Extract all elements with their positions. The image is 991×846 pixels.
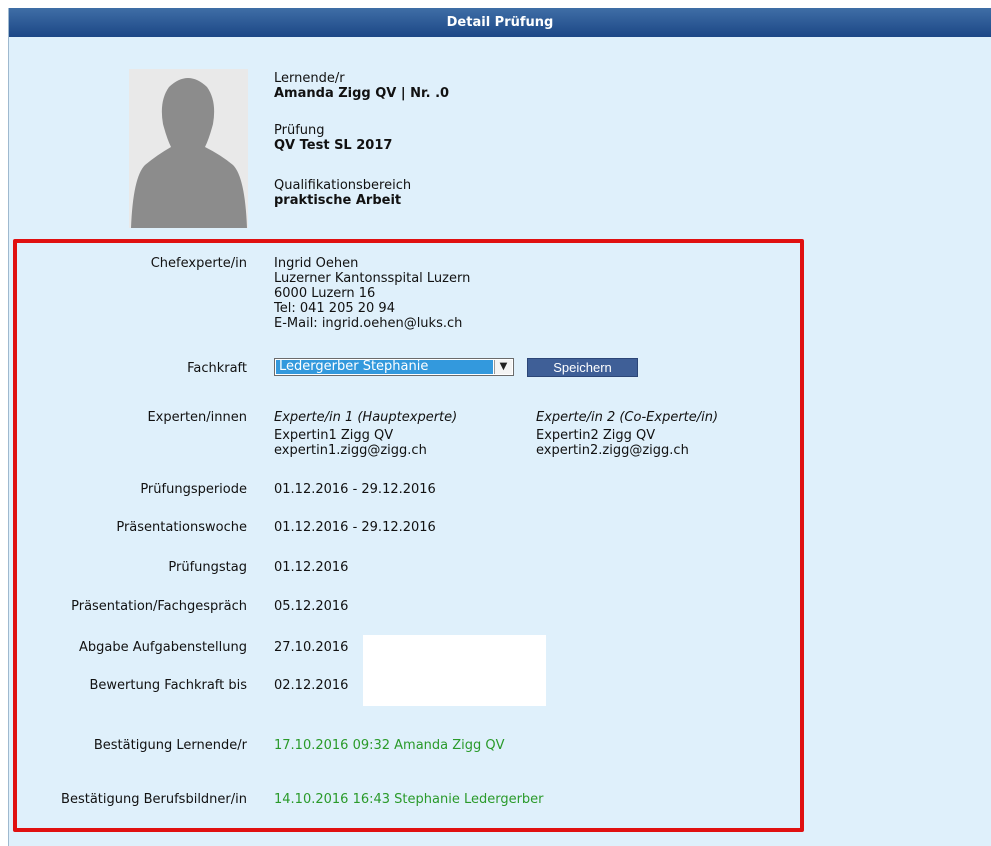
panel-header: Detail Prüfung [9,8,991,37]
chief-expert-details: Ingrid Oehen Luzerner Kantonsspital Luze… [274,256,470,331]
confirmation-learner-value: 17.10.2016 09:32 Amanda Zigg QV [274,738,505,753]
expert2-role: Experte/in 2 (Co-Experte/in) [536,410,719,425]
chief-expert-label: Chefexperte/in [150,256,247,271]
fachkraft-select[interactable]: Ledergerber Stephanie ▼ [274,358,514,376]
chief-expert-email: E-Mail: ingrid.oehen@luks.ch [274,316,463,331]
expert2-block: Experte/in 2 (Co-Experte/in) Expertin2 Z… [536,410,718,458]
pruefungstag-label: Prüfungstag [168,560,247,575]
exam-info: Prüfung QV Test SL 2017 [274,123,392,153]
chief-expert-org: Luzerner Kantonsspital Luzern [274,271,471,286]
learner-info: Lernende/r Amanda Zigg QV | Nr. .0 [274,71,449,101]
experts-label: Experten/innen [147,410,247,425]
pruefungsperiode-value: 01.12.2016 - 29.12.2016 [274,482,436,497]
expert1-email: expertin1.zigg@zigg.ch [274,443,427,458]
area-label: Qualifikationsbereich [274,178,412,193]
expert1-name: Expertin1 Zigg QV [274,428,394,443]
chief-expert-tel: Tel: 041 205 20 94 [274,301,395,316]
confirmation-trainer-label: Bestätigung Berufsbildner/in [61,792,247,807]
area-value: praktische Arbeit [274,193,402,208]
pruefungsperiode-label: Prüfungsperiode [140,482,247,497]
fachkraft-selected-value: Ledergerber Stephanie [276,360,493,374]
praesentationswoche-label: Präsentationswoche [116,520,247,535]
praesentationswoche-value: 01.12.2016 - 29.12.2016 [274,520,436,535]
save-button[interactable]: Speichern [527,358,638,377]
learner-value: Amanda Zigg QV | Nr. .0 [274,86,450,101]
abgabe-label: Abgabe Aufgabenstellung [79,640,247,655]
detail-panel: Detail Prüfung Lernende/r Amanda Zigg QV… [8,8,991,846]
bewertung-label: Bewertung Fachkraft bis [89,678,247,693]
chief-expert-city: 6000 Luzern 16 [274,286,376,301]
exam-label: Prüfung [274,123,325,138]
fachgespraech-value: 05.12.2016 [274,599,349,614]
expert2-name: Expertin2 Zigg QV [536,428,656,443]
exam-value: QV Test SL 2017 [274,138,393,153]
confirmation-learner-label: Bestätigung Lernende/r [93,738,247,753]
chief-expert-name: Ingrid Oehen [274,256,359,271]
chevron-down-icon[interactable]: ▼ [494,360,512,374]
confirmation-trainer-value: 14.10.2016 16:43 Stephanie Ledergerber [274,792,544,807]
panel-title: Detail Prüfung [446,15,554,30]
expert2-email: expertin2.zigg@zigg.ch [536,443,689,458]
fachkraft-label: Fachkraft [187,361,247,376]
learner-label: Lernende/r [274,71,345,86]
area-info: Qualifikationsbereich praktische Arbeit [274,178,411,208]
blank-area [363,635,546,706]
expert1-role: Experte/in 1 (Hauptexperte) [274,410,458,425]
abgabe-value: 27.10.2016 [274,640,349,655]
fachgespraech-label: Präsentation/Fachgespräch [71,599,247,614]
pruefungstag-value: 01.12.2016 [274,560,349,575]
bewertung-value: 02.12.2016 [274,678,349,693]
expert1-block: Experte/in 1 (Hauptexperte) Expertin1 Zi… [274,410,457,458]
person-silhouette-icon [129,69,248,228]
